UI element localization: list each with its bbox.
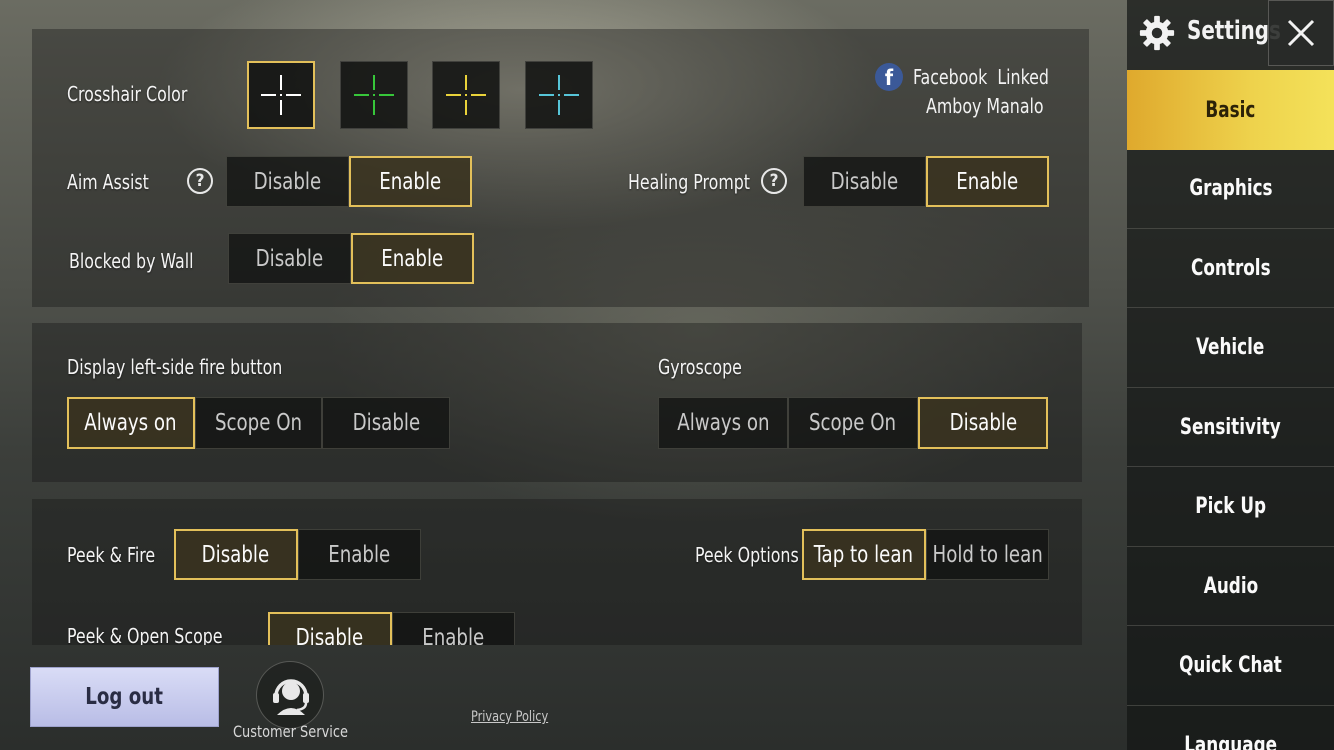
healing-prompt-option-enable[interactable]: Enable (926, 156, 1049, 207)
left-fire-label: Display left-side fire button (67, 355, 283, 379)
sidebar-item-vehicle[interactable]: Vehicle (1127, 309, 1334, 388)
account-name: Amboy Manalo (926, 94, 1044, 118)
crosshair-swatch-white[interactable] (247, 61, 315, 129)
option-label: Tap to lean (814, 541, 914, 568)
sidebar-item-label: Vehicle (1196, 335, 1265, 360)
left-fire-option-scope-on[interactable]: Scope On (194, 397, 323, 449)
peek-options-toggle[interactable]: Tap to lean Hold to lean (802, 529, 1049, 580)
aim-assist-label: Aim Assist (67, 170, 149, 194)
peek-fire-label: Peek & Fire (67, 543, 156, 567)
gyroscope-option-disable[interactable]: Disable (917, 397, 1048, 449)
settings-title: Settings (1187, 16, 1281, 46)
healing-prompt-help-icon[interactable]: ? (761, 168, 787, 194)
peek-open-scope-label: Peek & Open Scope (67, 624, 223, 645)
option-label: Disable (949, 410, 1017, 436)
privacy-policy-link[interactable]: Privacy Policy (471, 709, 548, 725)
sidebar-item-audio[interactable]: Audio (1127, 547, 1334, 626)
sidebar-item-pick-up[interactable]: Pick Up (1127, 468, 1334, 547)
customer-service-button[interactable] (256, 661, 324, 729)
crosshair-icon (261, 75, 301, 115)
facebook-link-text: Facebook Linked (913, 65, 1049, 89)
option-label: Disable (255, 245, 324, 272)
aim-assist-toggle[interactable]: Disable Enable (226, 156, 472, 207)
headset-icon (273, 679, 309, 715)
option-label: Enable (422, 624, 485, 646)
peek-options-option-tap-to-lean[interactable]: Tap to lean (802, 529, 926, 580)
option-label: Scope On (809, 410, 897, 436)
peek-fire-option-enable[interactable]: Enable (297, 529, 421, 580)
blocked-by-wall-option-disable[interactable]: Disable (228, 233, 351, 284)
option-label: Always on (676, 410, 770, 436)
sidebar-item-label: Graphics (1188, 176, 1273, 201)
option-label: Always on (84, 410, 177, 436)
option-label: Enable (381, 245, 444, 272)
healing-prompt-toggle[interactable]: Disable Enable (803, 156, 1049, 207)
healing-prompt-label: Healing Prompt (628, 170, 751, 194)
peek-fire-option-disable[interactable]: Disable (174, 529, 298, 580)
settings-sidebar: Settings Basic Graphics Controls Vehicle Sen… (1127, 0, 1334, 750)
gyroscope-option-scope-on[interactable]: Scope On (787, 397, 918, 449)
peek-open-scope-row-clip: Peek & Open Scope Disable Enable (32, 599, 1082, 645)
sidebar-item-language[interactable]: Language (1127, 706, 1334, 750)
crosshair-color-label: Crosshair Color (67, 82, 188, 106)
peek-options-option-hold-to-lean[interactable]: Hold to lean (925, 529, 1049, 580)
aim-assist-option-disable[interactable]: Disable (226, 156, 349, 207)
account-provider: Facebook (913, 65, 988, 89)
left-fire-option-disable[interactable]: Disable (322, 397, 450, 449)
crosshair-icon (539, 75, 579, 115)
option-label: Disable (201, 541, 270, 568)
gyroscope-option-always-on[interactable]: Always on (658, 397, 788, 449)
sidebar-item-label: Language (1184, 732, 1277, 750)
gear-icon (1139, 15, 1175, 51)
peek-fire-toggle[interactable]: Disable Enable (174, 529, 421, 580)
peek-open-scope-option-enable[interactable]: Enable (391, 612, 515, 646)
aim-assist-option-enable[interactable]: Enable (349, 156, 472, 207)
option-label: Enable (956, 168, 1019, 195)
option-label: Disable (830, 168, 899, 195)
crosshair-swatch-green[interactable] (340, 61, 408, 129)
crosshair-swatch-yellow[interactable] (432, 61, 500, 129)
sidebar-item-label: Quick Chat (1179, 653, 1282, 678)
sidebar-item-label: Audio (1203, 573, 1258, 599)
sidebar-item-label: Sensitivity (1180, 414, 1281, 440)
healing-prompt-option-disable[interactable]: Disable (803, 156, 926, 207)
option-label: Disable (253, 168, 322, 195)
facebook-link-status: f Facebook Linked (875, 63, 1067, 91)
logout-button[interactable]: Log out (30, 667, 219, 727)
aim-assist-help-icon[interactable]: ? (187, 168, 213, 194)
close-button[interactable] (1268, 0, 1334, 66)
blocked-by-wall-option-enable[interactable]: Enable (351, 233, 474, 284)
facebook-icon: f (875, 63, 903, 91)
sidebar-item-label: Basic (1205, 97, 1256, 123)
option-label: Scope On (214, 410, 303, 436)
option-label: Disable (352, 410, 420, 436)
blocked-by-wall-toggle[interactable]: Disable Enable (228, 233, 474, 284)
peek-open-scope-toggle[interactable]: Disable Enable (268, 612, 515, 645)
sidebar-item-graphics[interactable]: Graphics (1127, 150, 1334, 229)
account-status: Linked (997, 65, 1049, 89)
left-fire-option-always-on[interactable]: Always on (67, 397, 195, 449)
left-fire-toggle[interactable]: Always on Scope On Disable (67, 397, 450, 449)
sidebar-item-sensitivity[interactable]: Sensitivity (1127, 388, 1334, 467)
crosshair-swatch-cyan[interactable] (525, 61, 593, 129)
option-label: Hold to lean (932, 541, 1043, 568)
logout-label: Log out (85, 684, 164, 710)
option-label: Enable (379, 168, 442, 195)
option-label: Disable (295, 624, 364, 646)
sidebar-item-basic[interactable]: Basic (1127, 70, 1334, 150)
sidebar-item-label: Pick Up (1195, 494, 1266, 519)
gyroscope-toggle[interactable]: Always on Scope On Disable (658, 397, 1048, 449)
peek-options-label: Peek Options (695, 543, 799, 567)
customer-service-label: Customer Service (233, 722, 348, 741)
sidebar-item-controls[interactable]: Controls (1127, 229, 1334, 308)
close-icon (1287, 19, 1315, 47)
gyroscope-label: Gyroscope (658, 355, 742, 379)
sidebar-item-quick-chat[interactable]: Quick Chat (1127, 627, 1334, 706)
crosshair-icon (354, 75, 394, 115)
peek-open-scope-option-disable[interactable]: Disable (268, 612, 392, 645)
option-label: Enable (328, 541, 391, 568)
sidebar-item-label: Controls (1190, 255, 1271, 281)
crosshair-icon (446, 75, 486, 115)
blocked-by-wall-label: Blocked by Wall (69, 249, 194, 273)
